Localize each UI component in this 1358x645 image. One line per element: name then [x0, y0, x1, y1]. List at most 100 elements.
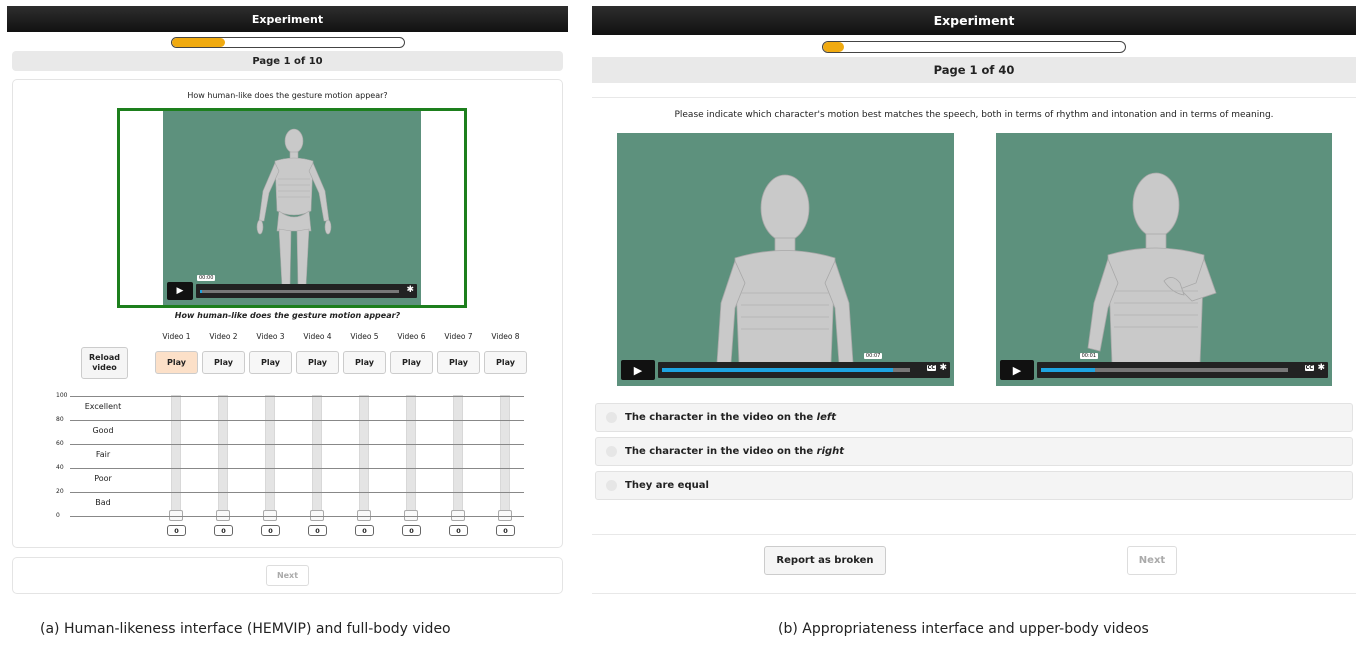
play-video-button[interactable]: Play [249, 351, 292, 374]
reload-video-button[interactable]: Reload video [81, 347, 128, 379]
left-seek-fill [200, 290, 202, 293]
gear-icon[interactable]: ✱ [1317, 363, 1325, 373]
slider-value: 0 [261, 525, 280, 536]
left-character-video[interactable]: ▶ 00:07 CC ✱ [617, 133, 954, 386]
scale-gridline [70, 396, 524, 397]
left-character-seek-fill [662, 368, 893, 372]
human-likeness-panel: Experiment Page 1 of 10 How human-like d… [7, 6, 568, 600]
slider-value: 0 [308, 525, 327, 536]
left-progress-fill [171, 38, 225, 47]
video-label: Video 2 [209, 332, 238, 341]
radio-icon[interactable] [606, 412, 617, 423]
left-character-controls: ▶ 00:07 CC ✱ [621, 353, 950, 380]
right-progress-bar [822, 41, 1126, 53]
play-icon: ▶ [1012, 363, 1022, 377]
right-character-timecode: 00:01 [1079, 353, 1099, 359]
caption-a: (a) Human-likeness interface (HEMVIP) an… [40, 621, 451, 637]
scale-gridline [70, 516, 524, 517]
right-next-button[interactable]: Next [1127, 546, 1177, 575]
option-left[interactable]: The character in the video on the left [595, 403, 1353, 432]
play-icon: ▶ [176, 286, 184, 296]
scale-gridline [70, 492, 524, 493]
report-broken-button[interactable]: Report as broken [764, 546, 886, 575]
rating-slider[interactable] [265, 395, 275, 514]
left-video-frame: ▶ 00:00 ✱ [117, 108, 467, 308]
left-next-button[interactable]: Next [265, 565, 310, 586]
rating-slider[interactable] [312, 395, 322, 514]
play-video-button[interactable]: Play [296, 351, 339, 374]
rating-slider[interactable] [171, 395, 181, 514]
scale-gridline [70, 444, 524, 445]
play-video-button[interactable]: Play [343, 351, 386, 374]
scale-number: 80 [56, 416, 64, 423]
left-video[interactable]: ▶ 00:00 ✱ [163, 111, 421, 305]
scale-word: Excellent [84, 402, 122, 411]
caption-b: (b) Appropriateness interface and upper-… [778, 621, 1149, 637]
radio-icon[interactable] [606, 480, 617, 491]
left-video-timecode: 00:00 [197, 275, 216, 281]
upper-body-character-icon [716, 174, 854, 364]
option-right[interactable]: The character in the video on the right [595, 437, 1353, 466]
play-video-button[interactable]: Play [202, 351, 245, 374]
slider-value: 0 [214, 525, 233, 536]
captions-button[interactable]: CC [1304, 365, 1314, 371]
slider-value: 0 [496, 525, 515, 536]
play-icon: ▶ [633, 363, 643, 377]
video-label: Video 4 [303, 332, 332, 341]
video-label: Video 1 [162, 332, 191, 341]
rating-slider[interactable] [453, 395, 463, 514]
appropriateness-panel: Experiment Page 1 of 40 Please indicate … [592, 6, 1356, 600]
video-label: Video 5 [350, 332, 379, 341]
video-label: Video 3 [256, 332, 285, 341]
right-main: Please indicate which character's motion… [592, 97, 1356, 534]
right-character-seek-fill [1041, 368, 1096, 372]
left-page-indicator: Page 1 of 10 [12, 51, 563, 71]
right-page-indicator: Page 1 of 40 [592, 57, 1356, 83]
left-subquestion: How human-like does the gesture motion a… [174, 311, 401, 320]
left-question: How human-like does the gesture motion a… [187, 91, 388, 100]
scale-gridline [70, 468, 524, 469]
rating-slider[interactable] [359, 395, 369, 514]
scale-word: Good [92, 426, 114, 435]
rating-slider[interactable] [500, 395, 510, 514]
scale-number: 60 [56, 440, 64, 447]
option-equal[interactable]: They are equal [595, 471, 1353, 500]
gear-icon[interactable]: ✱ [406, 285, 414, 295]
left-character-play-button[interactable]: ▶ [621, 360, 655, 380]
video-label: Video 8 [491, 332, 520, 341]
right-character-video[interactable]: ▶ 00:01 CC ✱ [996, 133, 1332, 386]
right-character-seekbar[interactable]: 00:01 CC ✱ [1037, 353, 1328, 378]
scale-word: Fair [95, 450, 111, 459]
left-character-timecode: 00:07 [863, 353, 883, 359]
right-character-play-button[interactable]: ▶ [1000, 360, 1034, 380]
right-question: Please indicate which character's motion… [674, 110, 1274, 120]
video-label: Video 6 [397, 332, 426, 341]
left-video-play-button[interactable]: ▶ [167, 282, 193, 300]
captions-button[interactable]: CC [926, 365, 936, 371]
left-title-bar: Experiment [7, 6, 568, 32]
scale-number: 40 [56, 464, 64, 471]
play-video-button[interactable]: Play [484, 351, 527, 374]
play-video-button[interactable]: Play [437, 351, 480, 374]
slider-value: 0 [167, 525, 186, 536]
right-character-controls: ▶ 00:01 CC ✱ [1000, 353, 1328, 380]
scale-number: 20 [56, 488, 64, 495]
right-footer: Report as broken Next [592, 534, 1356, 594]
right-title-bar: Experiment [592, 6, 1356, 35]
play-video-button[interactable]: Play [390, 351, 433, 374]
slider-value: 0 [449, 525, 468, 536]
play-video-button[interactable]: Play [155, 351, 198, 374]
upper-body-character-icon [1087, 172, 1217, 364]
scale-number: 0 [56, 512, 60, 519]
gear-icon[interactable]: ✱ [939, 363, 947, 373]
left-footer: Next [12, 557, 563, 594]
scale-number: 100 [56, 392, 68, 399]
left-video-seekbar[interactable]: 00:00 ✱ [196, 275, 417, 298]
slider-value: 0 [402, 525, 421, 536]
radio-icon[interactable] [606, 446, 617, 457]
rating-slider[interactable] [406, 395, 416, 514]
rating-slider[interactable] [218, 395, 228, 514]
left-rating-card: How human-like does the gesture motion a… [12, 79, 563, 548]
left-character-seekbar[interactable]: 00:07 CC ✱ [658, 353, 950, 378]
scale-word: Poor [94, 474, 112, 483]
